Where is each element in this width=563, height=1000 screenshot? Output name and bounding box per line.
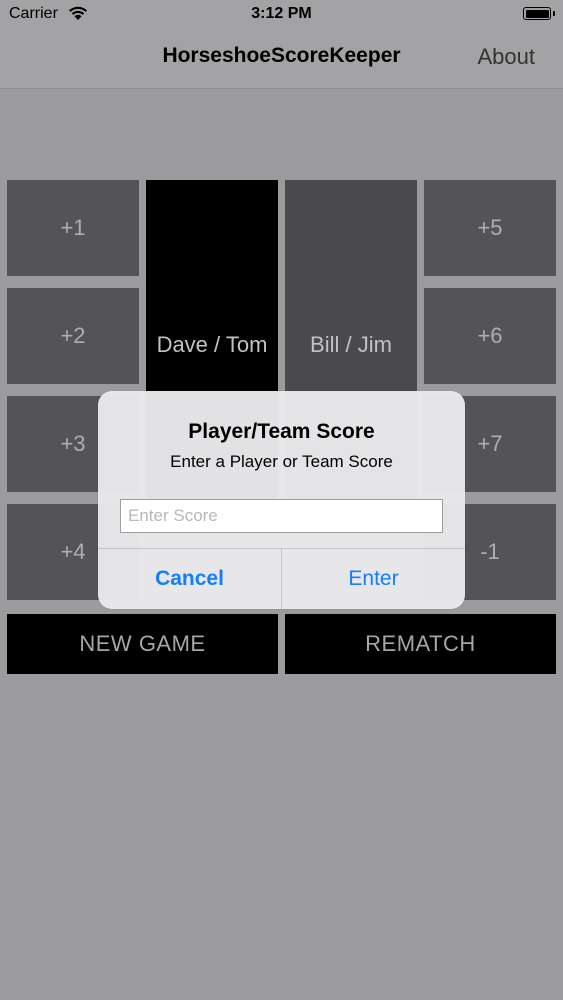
- alert-title: Player/Team Score: [188, 420, 375, 443]
- about-button[interactable]: About: [478, 44, 536, 70]
- score-alert-dialog: Player/Team Score Enter a Player or Team…: [98, 391, 465, 609]
- enter-button[interactable]: Enter: [282, 549, 465, 609]
- alert-message: Enter a Player or Team Score: [170, 452, 393, 471]
- player-right-name: Bill / Jim: [310, 332, 392, 357]
- player-left-name: Dave / Tom: [156, 332, 268, 357]
- rematch-button[interactable]: REMATCH: [285, 614, 556, 674]
- add-5-button[interactable]: +5: [424, 180, 556, 276]
- score-input[interactable]: [120, 499, 443, 533]
- battery-icon: [523, 7, 555, 20]
- cancel-button[interactable]: Cancel: [98, 549, 281, 609]
- top-bar: Carrier 3:12 PM HorseshoeScoreKeeper Abo…: [0, 0, 563, 89]
- new-game-button[interactable]: NEW GAME: [7, 614, 278, 674]
- add-1-button[interactable]: +1: [7, 180, 139, 276]
- add-2-button[interactable]: +2: [7, 288, 139, 384]
- status-bar: Carrier 3:12 PM: [0, 0, 563, 30]
- status-time: 3:12 PM: [251, 5, 312, 22]
- add-6-button[interactable]: +6: [424, 288, 556, 384]
